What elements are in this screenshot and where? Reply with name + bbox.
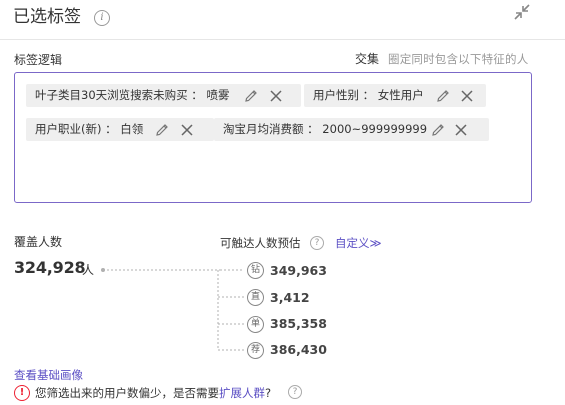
tag-text: 叶子类目30天浏览搜索未购买 ： 喷雾 xyxy=(35,88,230,102)
warning-message: 您筛选出来的用户数偏少，是否需要扩展人群? xyxy=(35,385,271,401)
single-channel-icon: 单 xyxy=(247,316,264,333)
tag-text: 用户性别 ： 女性用户 xyxy=(313,88,424,102)
expand-audience-link[interactable]: 扩展人群 xyxy=(219,386,265,400)
edit-icon[interactable] xyxy=(435,88,451,104)
channel-value: 386,430 xyxy=(270,342,327,357)
tag-text: 用户职业(新) ： 白领 xyxy=(35,122,144,136)
warning-prefix: 您筛选出来的用户数偏少，是否需要 xyxy=(35,386,219,400)
tag-chip: 淘宝月均消费额 ： 2000~999999999 xyxy=(214,118,489,141)
diamond-channel-icon: 钻 xyxy=(247,262,264,279)
channel-connector-lines xyxy=(101,268,244,351)
coverage-unit: 人 xyxy=(82,263,95,277)
custom-link[interactable]: 自定义≫ xyxy=(335,235,382,251)
tag-logic-label: 标签逻辑 xyxy=(14,53,63,67)
warning-suffix: ? xyxy=(265,386,272,400)
tag-text: 淘宝月均消费额 ： 2000~999999999 xyxy=(223,122,428,136)
header-divider xyxy=(0,39,565,40)
channel-value: 385,358 xyxy=(270,316,327,331)
collapse-icon[interactable] xyxy=(512,2,532,22)
help-icon[interactable]: ? xyxy=(288,385,302,399)
help-icon[interactable]: ? xyxy=(310,236,324,250)
recommend-channel-icon: 荐 xyxy=(247,342,264,359)
channel-value: 349,963 xyxy=(270,263,327,278)
direct-channel-icon: 直 xyxy=(247,289,264,306)
remove-icon[interactable] xyxy=(268,88,284,104)
reach-estimate-label: 可触达人数预估 xyxy=(220,236,301,250)
edit-icon[interactable] xyxy=(243,88,259,104)
remove-icon[interactable] xyxy=(453,122,469,138)
logic-mode-description: 圈定同时包含以下特征的人 xyxy=(388,52,529,66)
selected-tags-box: 叶子类目30天浏览搜索未购买 ： 喷雾 用户性别 ： 女性用户 用户职业(新) … xyxy=(14,72,532,203)
edit-icon[interactable] xyxy=(154,122,170,138)
view-base-profile-link[interactable]: 查看基础画像 xyxy=(14,367,83,383)
warning-icon: ! xyxy=(14,385,30,401)
remove-icon[interactable] xyxy=(179,122,195,138)
tag-chip: 用户性别 ： 女性用户 xyxy=(304,84,486,107)
coverage-value: 324,928 xyxy=(14,258,86,277)
channel-value: 3,412 xyxy=(270,290,310,305)
panel-title: 已选标签 xyxy=(13,7,81,27)
logic-mode-intersect[interactable]: 交集 xyxy=(355,50,379,67)
tag-chip: 叶子类目30天浏览搜索未购买 ： 喷雾 xyxy=(26,84,301,107)
remove-icon[interactable] xyxy=(459,88,475,104)
edit-icon[interactable] xyxy=(430,122,446,138)
coverage-label: 覆盖人数 xyxy=(14,235,63,249)
tag-chip: 用户职业(新) ： 白领 xyxy=(26,118,214,141)
info-icon[interactable]: i xyxy=(94,10,110,26)
